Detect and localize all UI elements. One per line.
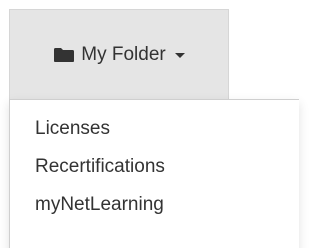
dropdown-toggle-label: My Folder xyxy=(81,44,166,65)
dropdown-menu: Licenses Recertifications myNetLearning xyxy=(9,99,299,248)
menu-item-licenses[interactable]: Licenses xyxy=(10,110,299,148)
my-folder-dropdown-button[interactable]: My Folder xyxy=(9,9,229,99)
folder-icon xyxy=(53,47,75,63)
dropdown-toggle-content: My Folder xyxy=(53,44,185,65)
caret-down-icon xyxy=(174,53,185,58)
menu-item-recertifications[interactable]: Recertifications xyxy=(10,148,299,186)
page: My Folder Licenses Recertifications myNe… xyxy=(0,0,299,248)
menu-item-mynetlearning[interactable]: myNetLearning xyxy=(10,186,299,224)
